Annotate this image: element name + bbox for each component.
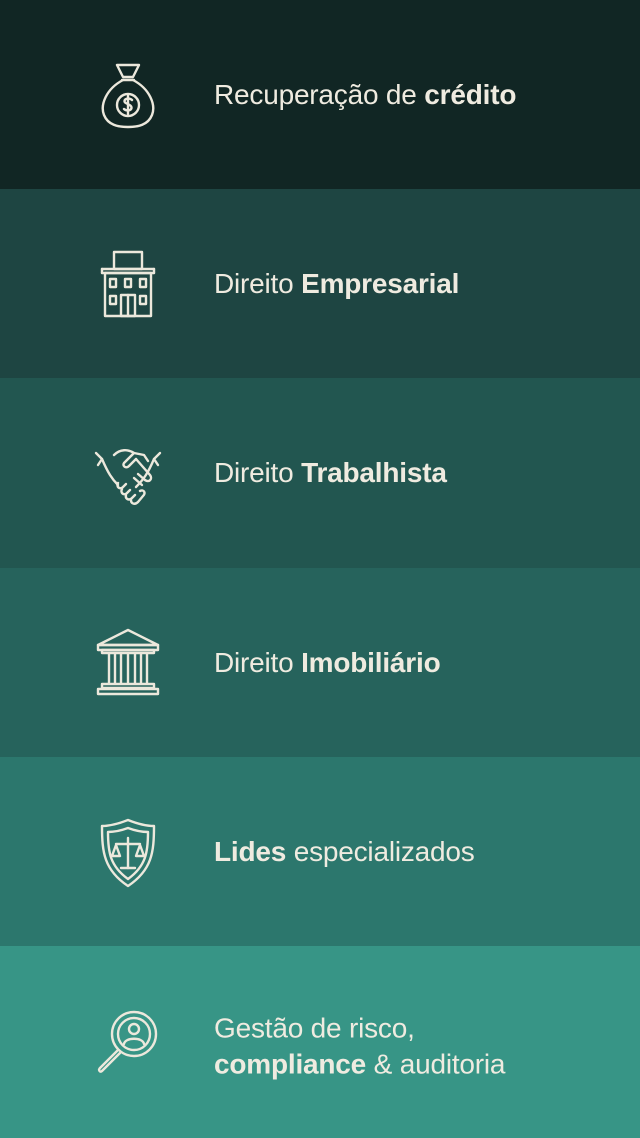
service-item-recuperacao-credito: Recuperação de crédito bbox=[0, 0, 640, 189]
service-item-lides-especializados: Lides especializados bbox=[0, 757, 640, 946]
money-bag-icon bbox=[88, 55, 168, 135]
shield-scales-icon bbox=[88, 812, 168, 892]
service-label: Direito Empresarial bbox=[214, 267, 460, 299]
service-label-line-2: compliance & auditoria bbox=[214, 1048, 506, 1080]
handshake-icon bbox=[88, 433, 168, 513]
service-item-direito-imobiliario: Direito Imobiliário bbox=[0, 568, 640, 757]
service-label: Direito Trabalhista bbox=[214, 457, 447, 488]
service-label: Gestão de risco, compliance & auditoria bbox=[214, 1010, 506, 1082]
service-item-gestao-risco: Gestão de risco, compliance & auditoria bbox=[0, 946, 640, 1138]
service-item-direito-trabalhista: Direito Trabalhista bbox=[0, 378, 640, 568]
columned-building-icon bbox=[88, 623, 168, 703]
office-building-icon bbox=[88, 244, 168, 324]
service-label-line-1: Gestão de risco, bbox=[214, 1012, 415, 1044]
service-label: Direito Imobiliário bbox=[214, 646, 441, 678]
service-item-direito-empresarial: Direito Empresarial bbox=[0, 189, 640, 378]
service-label: Lides especializados bbox=[214, 835, 475, 867]
service-label: Recuperação de crédito bbox=[214, 78, 517, 110]
magnifier-person-icon bbox=[88, 1002, 168, 1082]
service-list: Recuperação de crédito Direito Empresari… bbox=[0, 0, 640, 1138]
